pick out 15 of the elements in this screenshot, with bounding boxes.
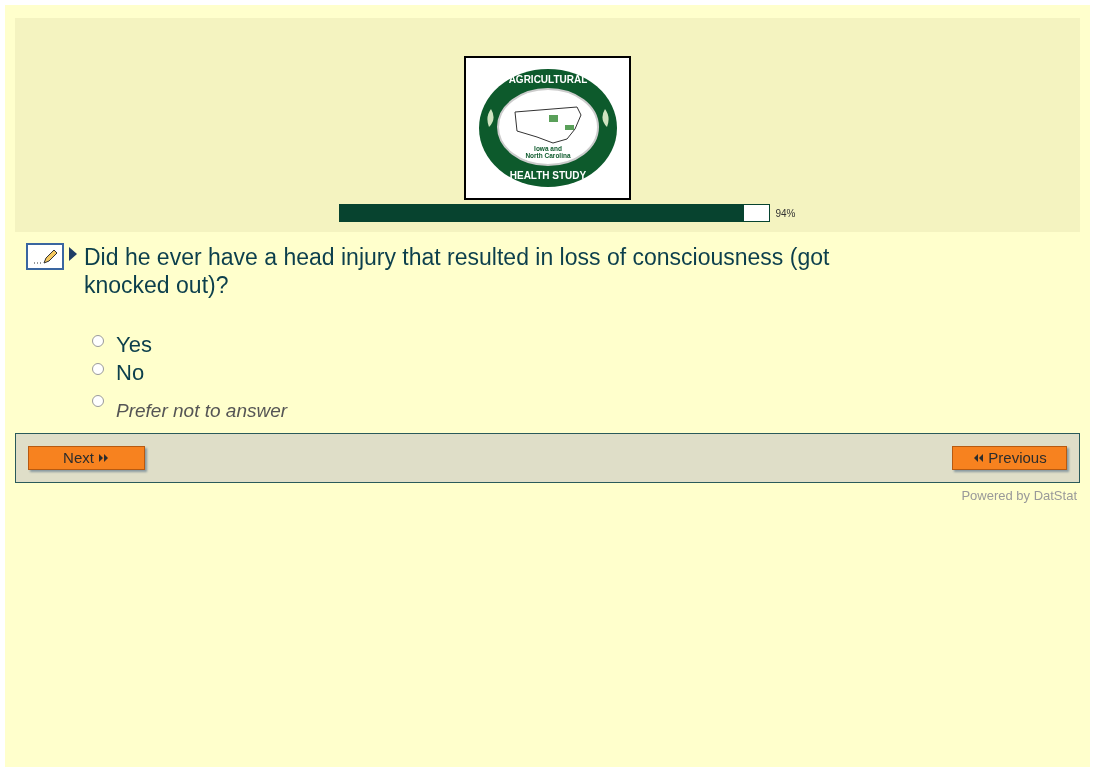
- next-button[interactable]: Next: [28, 446, 145, 470]
- radio-button[interactable]: [92, 363, 104, 375]
- previous-button[interactable]: Previous: [952, 446, 1067, 470]
- radio-button[interactable]: [92, 335, 104, 347]
- edit-icon[interactable]: [26, 243, 64, 270]
- radio-button[interactable]: [92, 395, 104, 407]
- option-label: No: [116, 359, 145, 387]
- progress-label: 94%: [775, 206, 796, 221]
- option-label: Prefer not to answer: [116, 399, 288, 423]
- double-chevron-icon: [972, 453, 985, 463]
- double-chevron-icon: [97, 453, 110, 463]
- option-label: Yes: [116, 331, 152, 359]
- powered-by-text: Powered by DatStat: [961, 487, 1077, 505]
- triangle-icon: [68, 246, 78, 262]
- question-text: Did he ever have a head injury that resulted in loss of consciousness (got knocked out)?: [84, 243, 831, 299]
